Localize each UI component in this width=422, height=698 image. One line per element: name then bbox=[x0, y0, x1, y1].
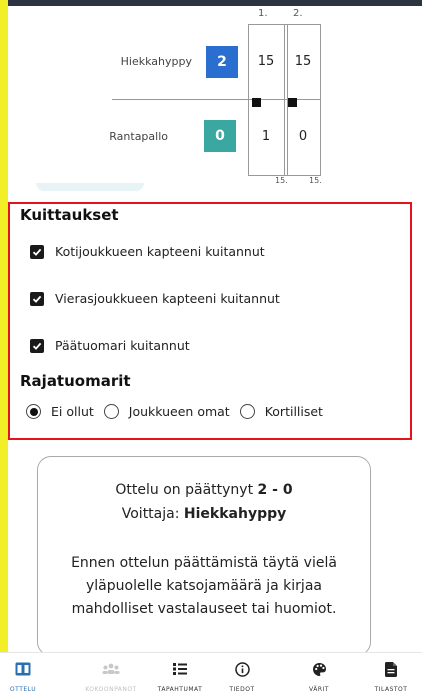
team-icon bbox=[102, 659, 120, 679]
referee-signoff-label: Päätuomari kuitannut bbox=[55, 338, 190, 353]
instruction-line-3: mahdolliset vastalauseet tai huomiot. bbox=[71, 601, 337, 617]
grid-line bbox=[284, 24, 285, 176]
serve-marker bbox=[252, 98, 261, 107]
bottom-navigation: OTTELU KOKOONPANOT TAPAHTUMAT TIEDOT VÄR… bbox=[0, 652, 422, 698]
serve-marker bbox=[288, 98, 297, 107]
instruction-line-1: Ennen ottelun päättämistä täytä vielä bbox=[71, 555, 337, 571]
nav-varit[interactable]: VÄRIT bbox=[302, 659, 336, 693]
referee-signoff[interactable]: Päätuomari kuitannut bbox=[30, 338, 190, 353]
radio-ei-ollut-label[interactable]: Ei ollut bbox=[51, 404, 94, 419]
nav-kokoonpanot-label: KOKOONPANOT bbox=[85, 686, 137, 693]
nav-kokoonpanot[interactable]: KOKOONPANOT bbox=[76, 659, 146, 693]
scoreboard: 1. 2. Hiekkahyppy 2 15 15 Rantapallo 0 1… bbox=[0, 0, 422, 190]
nav-tapahtumat-label: TAPAHTUMAT bbox=[157, 686, 203, 693]
away-score-badge: 0 bbox=[204, 120, 236, 152]
rajatuomarit-title: Rajatuomarit bbox=[20, 372, 131, 390]
kuittaukset-title: Kuittaukset bbox=[20, 206, 119, 224]
checkbox-checked-icon[interactable] bbox=[30, 338, 44, 353]
set-footer-1: 15. bbox=[275, 176, 288, 185]
home-team-name: Hiekkahyppy bbox=[120, 55, 192, 68]
away-set-2-score[interactable]: 0 bbox=[292, 129, 314, 144]
nav-ottelu-label: OTTELU bbox=[9, 686, 37, 693]
line-judges-radio-group: Ei ollut Joukkueen omat Kortilliset bbox=[26, 404, 333, 419]
nav-tiedot-label: TIEDOT bbox=[229, 686, 255, 693]
home-set-2-score[interactable]: 15 bbox=[292, 54, 314, 69]
checkbox-checked-icon[interactable] bbox=[30, 291, 44, 306]
info-icon bbox=[234, 659, 250, 679]
home-score-badge: 2 bbox=[206, 46, 238, 78]
away-captain-signoff[interactable]: Vierasjoukkueen kapteeni kuitannut bbox=[30, 291, 280, 306]
radio-kortilliset[interactable] bbox=[239, 404, 255, 419]
final-score: 2 - 0 bbox=[257, 482, 293, 498]
instruction-line-2: yläpuolelle katsojamäärä ja kirjaa bbox=[86, 578, 322, 594]
away-team-name: Rantapallo bbox=[109, 130, 168, 143]
set-header-1: 1. bbox=[258, 8, 268, 19]
document-icon bbox=[385, 659, 397, 679]
nav-tilastot[interactable]: TILASTOT bbox=[368, 659, 414, 693]
winner-label: Voittaja: bbox=[121, 506, 180, 522]
nav-varit-label: VÄRIT bbox=[309, 686, 329, 693]
away-set-1-score[interactable]: 1 bbox=[255, 129, 277, 144]
nav-tapahtumat[interactable]: TAPAHTUMAT bbox=[150, 659, 210, 693]
match-result-card: Ottelu on päättynyt 2 - 0 Voittaja: Hiek… bbox=[37, 456, 371, 656]
nav-tilastot-label: TILASTOT bbox=[374, 686, 408, 693]
match-ended-text: Ottelu on päättynyt bbox=[115, 482, 254, 498]
home-set-1-score[interactable]: 15 bbox=[255, 54, 277, 69]
radio-selected-dot bbox=[29, 407, 38, 416]
palette-icon bbox=[312, 659, 327, 679]
match-ended-line: Ottelu on päättynyt 2 - 0 bbox=[38, 482, 370, 498]
radio-kortilliset-label[interactable]: Kortilliset bbox=[265, 404, 323, 419]
grid-line bbox=[320, 24, 321, 176]
grid-line bbox=[248, 24, 321, 25]
winner-name: Hiekkahyppy bbox=[183, 506, 287, 522]
list-icon bbox=[173, 659, 187, 679]
radio-joukkueen-omat-label[interactable]: Joukkueen omat bbox=[129, 404, 230, 419]
set-header-2: 2. bbox=[293, 8, 303, 19]
home-captain-signoff-label: Kotijoukkueen kapteeni kuitannut bbox=[55, 244, 265, 259]
away-captain-signoff-label: Vierasjoukkueen kapteeni kuitannut bbox=[55, 291, 280, 306]
grid-line bbox=[248, 24, 249, 176]
winner-line: Voittaja: Hiekkahyppy bbox=[38, 506, 370, 522]
scoreboard-icon bbox=[15, 659, 31, 679]
checkbox-checked-icon[interactable] bbox=[30, 244, 44, 259]
radio-ei-ollut[interactable] bbox=[26, 404, 41, 419]
home-captain-signoff[interactable]: Kotijoukkueen kapteeni kuitannut bbox=[30, 244, 265, 259]
scoreboard-footer-pill bbox=[36, 183, 144, 191]
radio-joukkueen-omat[interactable] bbox=[103, 404, 119, 419]
set-footer-2: 15. bbox=[309, 176, 322, 185]
nav-tiedot[interactable]: TIEDOT bbox=[224, 659, 260, 693]
nav-ottelu[interactable]: OTTELU bbox=[8, 659, 38, 693]
